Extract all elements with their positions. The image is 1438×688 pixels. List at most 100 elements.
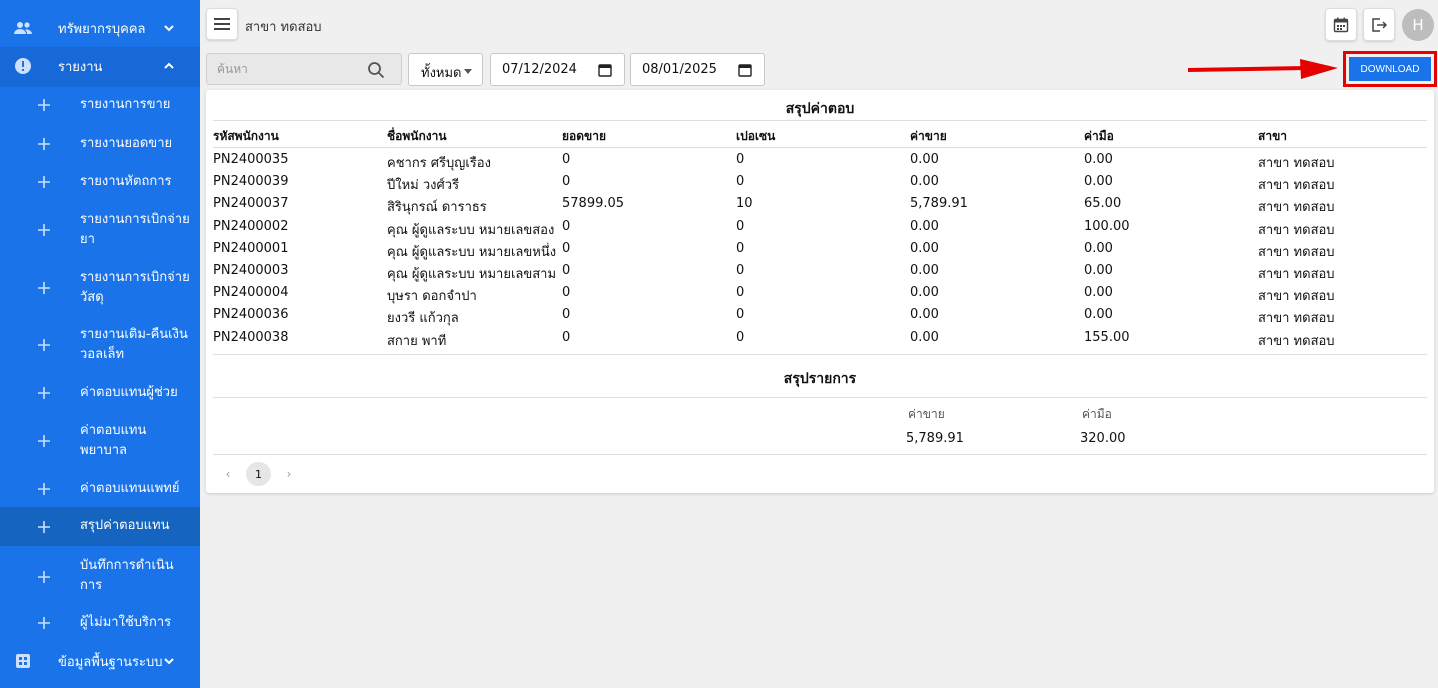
sidebar-subitem-label: บันทึกการดำเนินการ [80,558,174,593]
table-cell: 65.00 [1084,196,1122,212]
plus-icon [38,387,50,399]
table-cell: 0.00 [910,174,939,190]
column-header: ชื่อพนักงาน [387,129,447,143]
calendar-icon[interactable] [598,63,612,77]
sidebar-subitem-label: ค่าตอบแทนแพทย์ [80,481,180,496]
status-select[interactable]: ทั้งหมด [408,53,483,86]
sidebar-subitem[interactable]: ค่าตอบแทนผู้ช่วย [0,382,200,404]
table-cell: 0 [736,263,745,278]
sidebar-subitem-label: ผู้ไม่มาใช้บริการ [80,615,172,630]
plus-icon [38,483,50,495]
plus-icon [38,339,50,351]
plus-icon [38,224,50,236]
sidebar-item-hr[interactable]: ทรัพยากรบุคคล [0,14,200,42]
table-cell: 0 [562,329,571,345]
search-field[interactable] [206,53,402,85]
table-cell: 5,789.91 [910,196,968,212]
sidebar-subitem[interactable]: ผู้ไม่มาใช้บริการ [0,612,200,634]
table-cell: สาขา ทดสอบ [1258,289,1335,305]
calendar-button[interactable] [1325,8,1357,41]
sidebar-subitem[interactable]: บันทึกการดำเนินการ [0,555,200,599]
calendar-icon [1333,17,1349,32]
table-cell: สาขา ทดสอบ [1258,200,1335,216]
table-cell: 155.00 [1084,329,1130,345]
summary-card: สรุปค่าตอบ รหัสพนักงาน ชื่อพนักงาน ยอดขา… [206,90,1434,493]
table-cell: 0 [562,240,571,256]
logout-icon [1372,17,1387,32]
sidebar-subitem[interactable]: รายงานยอดขาย [0,133,200,155]
table-cell: สาขา ทดสอบ [1258,244,1335,260]
caret-down-icon [464,69,472,74]
people-icon [14,19,32,37]
sidebar-subitem-label: รายงานการขาย [80,97,171,112]
table-cell: PN2400037 [213,196,289,212]
table-cell: 0 [562,285,571,301]
calendar-icon[interactable] [738,63,752,77]
sidebar-subitem-label: รายงานการเบิกจ่ายยา [80,212,190,247]
table-cell: 0.00 [1084,152,1113,167]
column-header: รหัสพนักงาน [213,129,279,143]
pager-page-button[interactable]: 1 [246,462,271,486]
table-cell: 0.00 [910,285,939,301]
sidebar-subitem[interactable]: รายงานเติม-คืนเงินวอลเล็ท [0,323,200,367]
column-header: เปอเซน [736,129,776,143]
column-header: ค่ามือ [1084,129,1114,143]
table-cell: 0 [736,329,745,345]
divider [213,454,1427,455]
chevron-down-icon [164,658,174,665]
avatar[interactable]: H [1402,9,1434,41]
date-from-input[interactable]: 07/12/2024 [490,53,625,86]
table-cell: PN2400004 [213,285,289,301]
sidebar-subitem-label: ค่าตอบแทนผู้ช่วย [80,385,178,400]
sidebar-subitem[interactable]: รายงานการเบิกจ่ายยา [0,208,200,252]
select-value: ทั้งหมด [421,66,462,81]
download-highlight: DOWNLOAD [1343,51,1437,87]
date-to-value: 08/01/2025 [642,62,717,77]
table-cell: 0.00 [910,218,939,234]
table-cell: 0 [562,174,571,190]
totals-title: สรุปรายการ [783,371,857,387]
sidebar-subitem[interactable]: รายงานการขาย [0,94,200,116]
table-cell: สาขา ทดสอบ [1258,333,1335,349]
chevron-up-icon [164,62,174,69]
table-cell: ยงวรี แก้วกุล [387,311,459,327]
plus-icon [38,282,50,294]
table-cell: ปีใหม่ วงศ์วรี [387,178,460,194]
date-to-input[interactable]: 08/01/2025 [630,53,765,86]
sidebar-subitem[interactable]: ค่าตอบแทนแพทย์ [0,478,200,500]
search-icon[interactable] [367,61,385,79]
date-from-value: 07/12/2024 [502,62,577,77]
plus-icon [38,138,50,150]
sidebar-subitem[interactable]: รายงานหัตถการ [0,171,200,193]
table-cell: 0 [736,174,745,190]
table-cell: PN2400001 [213,240,289,256]
logout-button[interactable] [1363,8,1395,41]
table-cell: คชากร ศรีบุญเรือง [387,156,491,171]
table-cell: 0 [562,307,571,323]
menu-button[interactable] [206,8,238,40]
plus-icon [38,617,50,629]
sidebar-subitem-active[interactable]: สรุปค่าตอบแทน [0,507,200,546]
table-cell: คุณ ผู้ดูแลระบบ หมายเลขหนึ่ง [387,244,557,260]
search-input[interactable] [207,54,357,84]
table-cell: 0 [736,240,745,256]
plus-icon [38,176,50,188]
table-cell: 0.00 [910,329,939,345]
table-cell: สิรินุกรณ์ ดาราธร [387,200,487,216]
sidebar-subitem-label: รายงานเติม-คืนเงินวอลเล็ท [80,327,188,362]
plus-icon [38,571,50,583]
branch-title: สาขา ทดสอบ [245,20,322,35]
sidebar-item-label: รายงาน [58,59,103,75]
table-cell: สาขา ทดสอบ [1258,222,1335,238]
pager-next-button[interactable]: › [277,462,301,486]
sidebar-item-system-data[interactable]: ข้อมูลพื้นฐานระบบ [0,648,200,674]
divider [213,120,1427,121]
table-cell: 10 [736,196,753,212]
sidebar-item-reports[interactable]: รายงาน [0,52,200,80]
download-button[interactable]: DOWNLOAD [1349,57,1431,81]
pager-prev-button[interactable]: ‹ [216,462,240,486]
table-cell: 0.00 [910,152,939,167]
sidebar-subitem[interactable]: รายงานการเบิกจ่ายวัสดุ [0,266,200,310]
table-cell: 100.00 [1084,218,1130,234]
sidebar-subitem[interactable]: ค่าตอบแทนพยาบาล [0,419,200,463]
